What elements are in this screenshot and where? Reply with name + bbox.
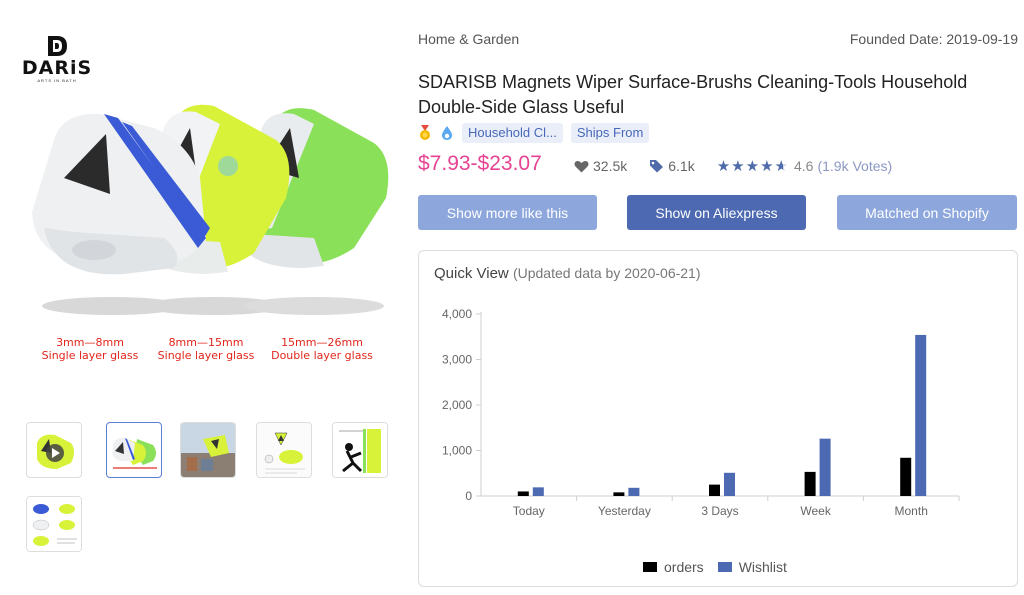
votes-count: (1.9k Votes) <box>817 158 893 174</box>
bar-wishlist-week[interactable] <box>819 438 831 496</box>
rating-value: 4.6 <box>793 158 814 174</box>
thumb-specs[interactable] <box>26 496 82 552</box>
x-tick-label: Today <box>513 504 545 518</box>
caption-medium: 8mm—15mm Single layer glass <box>146 336 266 362</box>
tag-ships-from[interactable]: Ships From <box>570 123 650 143</box>
category-link[interactable]: Home & Garden <box>418 31 519 47</box>
product-details: Home & Garden Founded Date: 2019-09-19 S… <box>418 0 1018 595</box>
legend-orders[interactable]: orders <box>643 559 704 575</box>
chart-legend: orders Wishlist <box>643 559 801 575</box>
bar-wishlist-month[interactable] <box>915 334 927 496</box>
caption-small-size: 3mm—8mm <box>56 336 124 349</box>
x-tick-label: Yesterday <box>598 504 651 518</box>
tags-stat: 6.1k <box>649 158 695 174</box>
thumb-diagram[interactable] <box>256 422 312 478</box>
likes-count: 32.5k <box>593 158 628 174</box>
bar-orders-today[interactable] <box>517 491 529 496</box>
bar-orders-3-days[interactable] <box>709 484 720 496</box>
legend-wishlist[interactable]: Wishlist <box>717 559 787 575</box>
y-tick-label: 1,000 <box>442 444 472 458</box>
founded-date: Founded Date: 2019-09-19 <box>849 31 1018 47</box>
tags-count: 6.1k <box>668 158 695 174</box>
thumb-video-image <box>37 434 74 469</box>
caption-medium-type: Single layer glass <box>157 349 255 362</box>
bar-group <box>517 334 927 496</box>
show-more-like-button[interactable]: Show more like this <box>418 195 597 230</box>
legend-orders-swatch <box>643 562 657 572</box>
stats-row: 32.5k 6.1k ★ ★ ★ ★ ★ 4.6 (1.9k Votes) <box>574 157 892 175</box>
x-axis: Today Yesterday 3 Days Week Month <box>481 495 960 518</box>
star-icon: ★ <box>716 158 731 175</box>
tag-icon <box>650 160 664 173</box>
y-tick-label: 2,000 <box>442 398 472 412</box>
bar-wishlist-yesterday[interactable] <box>628 487 640 496</box>
product-hero-image <box>32 104 389 315</box>
x-tick-label: Week <box>800 504 831 518</box>
thumb-variants-image <box>112 437 157 469</box>
bar-orders-month[interactable] <box>900 457 912 496</box>
bar-wishlist-3-days[interactable] <box>724 472 735 496</box>
star-icon: ★ <box>760 158 774 175</box>
bar-wishlist-today[interactable] <box>532 487 544 496</box>
star-icon: ★ <box>745 158 760 175</box>
droplet-icon <box>441 126 453 140</box>
caption-medium-size: 8mm—15mm <box>168 336 244 349</box>
caption-large-size: 15mm—26mm <box>281 336 363 349</box>
caption-small-type: Single layer glass <box>41 349 139 362</box>
tag-household[interactable]: Household Cl... <box>462 123 563 143</box>
caption-large-type: Double layer glass <box>271 349 373 362</box>
y-tick-label: 0 <box>465 489 472 503</box>
thumb-specs-image <box>27 497 81 551</box>
thumb-cleaning-image <box>333 423 387 477</box>
tag-row: Household Cl... Ships From <box>418 122 650 144</box>
quick-view-chart: 0 1,000 2,000 3,000 4,000 Today Yesterday 3 Da… <box>442 307 960 518</box>
matched-on-shopify-button[interactable]: Matched on Shopify <box>837 195 1017 230</box>
product-gallery: DARiS ARTS IN BATH 3mm—8mm Single layer … <box>0 0 410 595</box>
thumb-in-use-image <box>181 423 235 477</box>
thumb-cleaning[interactable] <box>332 422 388 478</box>
star-half-icon: ★ <box>774 158 788 175</box>
thumb-variants[interactable] <box>106 422 162 478</box>
legend-wishlist-label: Wishlist <box>738 559 787 575</box>
y-tick-label: 4,000 <box>442 307 472 321</box>
bar-orders-yesterday[interactable] <box>613 492 625 496</box>
legend-orders-label: orders <box>664 559 704 575</box>
product-title: SDARISB Magnets Wiper Surface-Brushs Cle… <box>418 72 968 117</box>
likes-stat: 32.5k <box>574 158 627 174</box>
show-on-aliexpress-button[interactable]: Show on Aliexpress <box>627 195 806 230</box>
thumb-video[interactable] <box>26 422 82 478</box>
y-axis: 0 1,000 2,000 3,000 4,000 <box>442 307 482 503</box>
bar-orders-week[interactable] <box>804 471 816 496</box>
medal-icon <box>420 125 430 140</box>
star-icon: ★ <box>731 158 745 175</box>
rating-stars: ★ ★ ★ ★ ★ <box>717 157 788 175</box>
caption-large: 15mm—26mm Double layer glass <box>262 336 382 362</box>
x-tick-label: Month <box>895 504 928 518</box>
x-tick-label: 3 Days <box>701 504 738 518</box>
heart-icon <box>574 160 589 172</box>
legend-wishlist-swatch <box>717 562 732 572</box>
thumb-diagram-image <box>257 423 311 477</box>
price-range: $7.93-$23.07 <box>418 152 542 175</box>
quick-view-panel: Quick View (Updated data by 2020-06-21) … <box>418 250 1018 587</box>
thumb-in-use[interactable] <box>180 422 236 478</box>
caption-small: 3mm—8mm Single layer glass <box>30 336 150 362</box>
y-tick-label: 3,000 <box>442 353 472 367</box>
